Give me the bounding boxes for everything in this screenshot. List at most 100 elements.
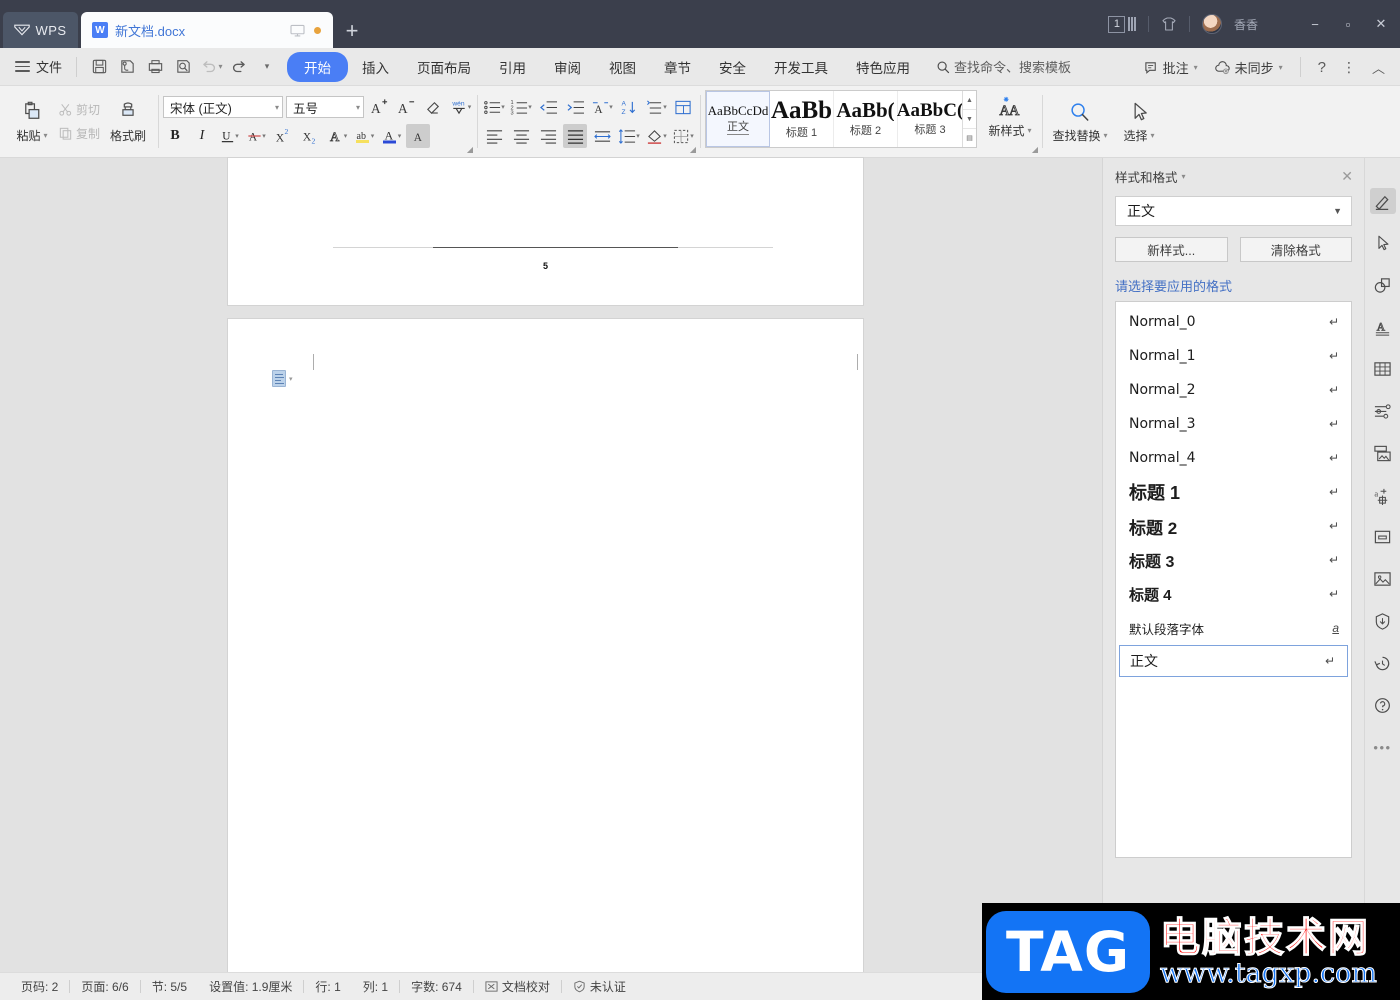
gallery-expand-icon[interactable]: ▤ xyxy=(963,129,976,147)
tab-review[interactable]: 审阅 xyxy=(540,52,595,82)
list-item[interactable]: Normal_1 ↵ xyxy=(1116,339,1351,373)
shrink-font-button[interactable]: A xyxy=(394,95,418,119)
superscript-button[interactable]: X2 xyxy=(271,124,295,148)
undo-icon[interactable]: ▾ xyxy=(197,54,225,80)
shading-button[interactable]: ▾ xyxy=(644,124,668,148)
justify-button[interactable] xyxy=(563,124,588,148)
font-family-select[interactable]: 宋体 (正文) ▾ xyxy=(163,96,284,118)
task-pane-title[interactable]: 样式和格式 ▾ xyxy=(1115,167,1186,186)
distribute-button[interactable] xyxy=(590,124,614,148)
styles-dialog-launcher[interactable]: ◢ xyxy=(1032,145,1038,154)
status-column[interactable]: 列: 1 xyxy=(352,978,399,995)
save-icon[interactable] xyxy=(85,54,113,80)
shield-badge-icon[interactable] xyxy=(1370,608,1396,634)
tab-sections[interactable]: 章节 xyxy=(650,52,705,82)
list-item-selected[interactable]: 正文 ↵ xyxy=(1119,645,1348,677)
close-button[interactable]: ✕ xyxy=(1370,16,1392,32)
skin-shirt-icon[interactable] xyxy=(1161,16,1177,32)
strikethrough-button[interactable]: A ▾ xyxy=(244,124,268,148)
style-gallery-scroll[interactable]: ▲ ▼ ▤ xyxy=(962,91,977,147)
collapse-ribbon-button[interactable]: ︿ xyxy=(1365,58,1392,77)
chevron-down-icon[interactable]: ▾ xyxy=(289,375,293,383)
list-item[interactable]: Normal_2 ↵ xyxy=(1116,373,1351,407)
tab-security[interactable]: 安全 xyxy=(705,52,760,82)
align-center-button[interactable] xyxy=(509,124,533,148)
character-shading-button[interactable]: A xyxy=(406,124,431,148)
text-art-icon[interactable]: A xyxy=(1370,314,1396,340)
style-gallery-item-h3[interactable]: AaBbC( 标题 3 xyxy=(897,91,964,147)
document-tab[interactable]: W 新文档.docx xyxy=(81,12,333,48)
more-options-button[interactable]: ⋮ xyxy=(1335,59,1363,76)
italic-button[interactable]: I xyxy=(190,124,214,148)
pinyin-guide-button[interactable]: wén ▾ xyxy=(448,95,472,119)
text-effects-button[interactable]: A ▾ xyxy=(325,124,349,148)
align-left-button[interactable] xyxy=(482,124,506,148)
rail-more-button[interactable]: ••• xyxy=(1373,740,1391,755)
save-as-icon[interactable] xyxy=(113,54,141,80)
cursor-select-icon[interactable] xyxy=(1370,230,1396,256)
line-spacing-button[interactable]: ▾ xyxy=(617,124,641,148)
tab-references[interactable]: 引用 xyxy=(485,52,540,82)
paragraph-layout-button[interactable] xyxy=(671,95,695,119)
show-paragraph-marks-button[interactable]: ▾ xyxy=(644,95,668,119)
sort-button[interactable]: AZ xyxy=(617,95,641,119)
copy-button[interactable]: 复制 xyxy=(55,123,103,144)
chevron-down-icon[interactable]: ▾ xyxy=(1194,63,1198,72)
file-menu-button[interactable]: 文件 xyxy=(9,57,68,76)
window-stack-icon[interactable] xyxy=(1128,17,1136,31)
user-avatar[interactable] xyxy=(1201,14,1222,34)
image-gallery-icon[interactable] xyxy=(1370,440,1396,466)
list-item[interactable]: 标题 2 ↵ xyxy=(1116,509,1351,543)
open-doc-count[interactable]: 1 xyxy=(1108,15,1126,33)
list-item[interactable]: Normal_3 ↵ xyxy=(1116,407,1351,441)
numbered-list-button[interactable]: 123 ▾ xyxy=(509,95,533,119)
status-word-count[interactable]: 字数: 674 xyxy=(400,978,473,995)
increase-indent-button[interactable] xyxy=(563,95,587,119)
document-options-icon[interactable]: ▾ xyxy=(272,370,293,387)
style-list[interactable]: Normal_0 ↵ Normal_1 ↵ Normal_2 ↵ Normal_… xyxy=(1115,301,1352,858)
maximize-button[interactable]: ▫ xyxy=(1337,17,1359,32)
subscript-button[interactable]: X2 xyxy=(298,124,322,148)
font-color-button[interactable]: A ▾ xyxy=(379,124,403,148)
paste-button[interactable]: 粘贴 ▾ xyxy=(9,91,55,153)
bold-button[interactable]: B xyxy=(163,124,187,148)
clear-format-button[interactable] xyxy=(421,95,445,119)
bullet-list-button[interactable]: ▾ xyxy=(482,95,506,119)
gallery-scroll-up-icon[interactable]: ▲ xyxy=(963,91,977,110)
document-page-current[interactable]: ▾ xyxy=(228,319,863,972)
status-certification[interactable]: 未认证 xyxy=(562,978,637,995)
highlight-color-button[interactable]: ab ▾ xyxy=(352,124,376,148)
customize-quick-access-icon[interactable]: ▾ xyxy=(253,54,281,80)
clear-format-pane-button[interactable]: 清除格式 xyxy=(1239,237,1352,262)
box-archive-icon[interactable] xyxy=(1370,524,1396,550)
align-right-button[interactable] xyxy=(536,124,560,148)
select-button[interactable]: 选择 ▾ xyxy=(1113,91,1165,153)
tab-page-layout[interactable]: 页面布局 xyxy=(403,52,485,82)
tab-start[interactable]: 开始 xyxy=(287,51,349,82)
current-style-select[interactable]: 正文 ▼ xyxy=(1115,196,1352,226)
list-item[interactable]: Normal_4 ↵ xyxy=(1116,441,1351,475)
gallery-scroll-down-icon[interactable]: ▼ xyxy=(963,110,977,129)
tab-dev-tools[interactable]: 开发工具 xyxy=(760,52,842,82)
tab-insert[interactable]: 插入 xyxy=(348,52,403,82)
table-icon[interactable] xyxy=(1370,356,1396,382)
chevron-down-icon[interactable]: ▾ xyxy=(219,62,223,71)
format-painter-button[interactable]: 格式刷 xyxy=(103,91,153,153)
style-gallery-item-h2[interactable]: AaBb( 标题 2 xyxy=(834,91,899,147)
wps-app-badge[interactable]: WPS xyxy=(3,12,78,48)
tab-featured-apps[interactable]: 特色应用 xyxy=(842,52,924,82)
new-style-button[interactable]: A A 新样式 ▾ xyxy=(983,86,1037,148)
status-proofread[interactable]: 文档校对 xyxy=(474,978,561,995)
tab-view[interactable]: 视图 xyxy=(595,52,650,82)
command-search[interactable]: 查找命令、搜索模板 xyxy=(936,57,1071,76)
font-dialog-launcher[interactable]: ◢ xyxy=(467,145,473,154)
history-clock-icon[interactable] xyxy=(1370,650,1396,676)
status-page-count[interactable]: 页面: 6/6 xyxy=(70,978,139,995)
grow-font-button[interactable]: A xyxy=(367,95,391,119)
help-circle-icon[interactable] xyxy=(1370,692,1396,718)
presentation-monitor-icon[interactable] xyxy=(290,24,305,37)
list-item[interactable]: Normal_0 ↵ xyxy=(1116,305,1351,339)
close-icon[interactable]: ✕ xyxy=(1341,168,1353,185)
list-item[interactable]: 默认段落字体 a xyxy=(1116,611,1351,645)
style-gallery-item-h1[interactable]: AaBb 标题 1 xyxy=(770,91,835,147)
